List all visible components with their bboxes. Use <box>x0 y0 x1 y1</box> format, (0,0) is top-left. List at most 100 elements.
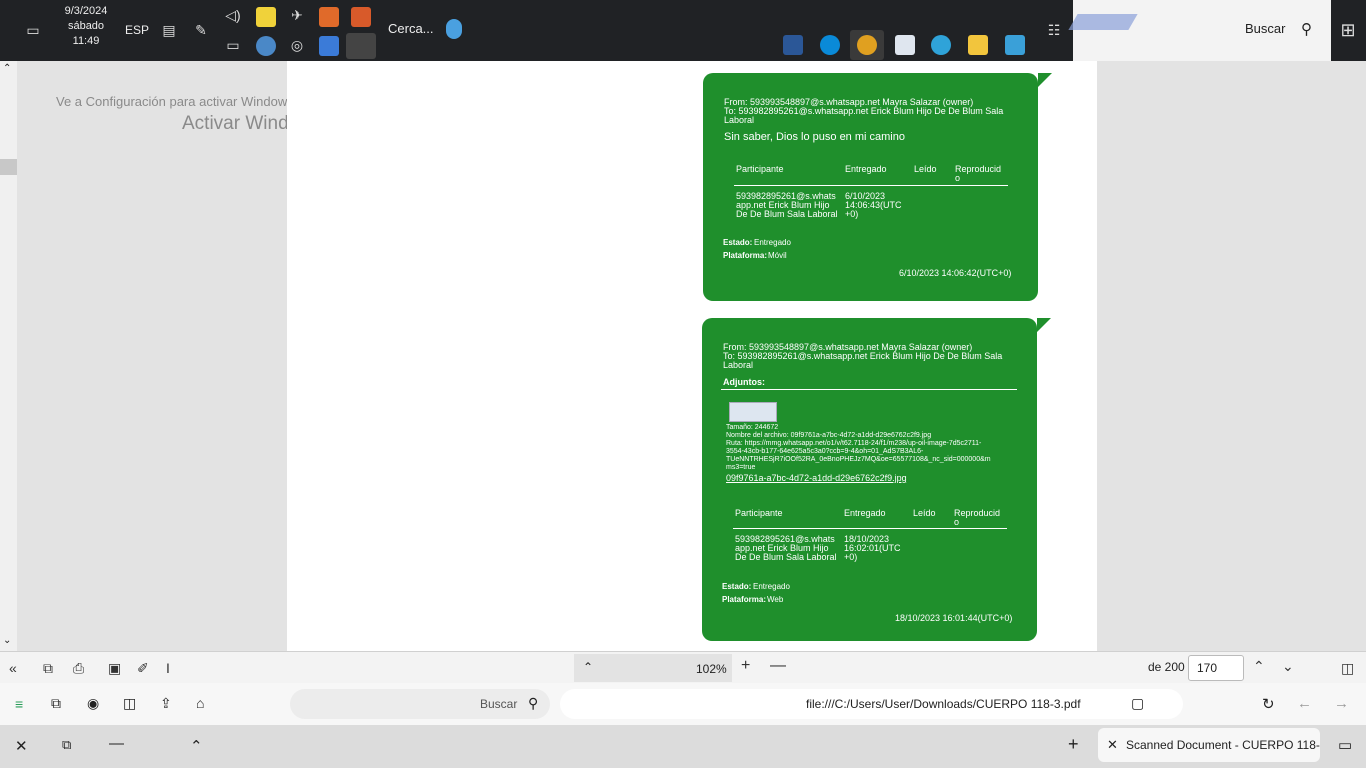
explorer-app-icon[interactable] <box>968 35 988 55</box>
tab-close-icon[interactable]: ✕ <box>1107 737 1118 753</box>
tab-actions-icon[interactable]: ▭ <box>1338 736 1352 754</box>
edge-app-icon[interactable] <box>931 35 951 55</box>
message-to-cont: Laboral <box>724 115 755 125</box>
window-close-icon[interactable]: ✕ <box>15 737 28 755</box>
participant-line: De De Blum Sala Laboral <box>736 209 838 219</box>
zoom-field[interactable]: ⌃ 102% <box>574 654 732 682</box>
message-to-cont: Laboral <box>723 360 754 370</box>
attachment-link[interactable]: 09f9761a-a7bc-4d72-a1dd-d29e6762c2f9.jpg <box>726 473 907 483</box>
tray-snip-icon[interactable] <box>351 7 371 27</box>
attachment-thumbnail[interactable] <box>729 402 777 422</box>
zoom-value: 102% <box>696 662 727 676</box>
col-participant: Participante <box>736 164 784 174</box>
language-indicator[interactable]: ESP <box>125 23 149 37</box>
notifications-icon[interactable]: ▭ <box>22 19 44 41</box>
tray-skype-icon[interactable] <box>346 33 376 59</box>
menu-icon[interactable]: ≡ <box>15 696 23 712</box>
text-select-icon[interactable]: I <box>166 660 170 676</box>
collapse-icon[interactable]: « <box>9 660 17 676</box>
estado-label: Estado: <box>723 238 753 247</box>
task-view-icon[interactable]: ☷ <box>1043 19 1065 41</box>
window-restore-icon[interactable]: ⧉ <box>62 737 71 753</box>
col-read: Leído <box>914 164 937 174</box>
table-divider <box>733 528 1007 529</box>
next-page-icon[interactable]: ⌄ <box>1282 658 1294 675</box>
zoom-out-icon[interactable]: — <box>770 657 786 675</box>
attachment-route: TUeNNTRHESjR7iOOf52RA_0eBnoPHEJz7MQ&oe=6… <box>726 456 991 463</box>
photos-app-icon[interactable] <box>1005 35 1025 55</box>
tray-office-icon[interactable] <box>319 7 339 27</box>
battery-icon[interactable]: ▭ <box>222 34 244 56</box>
forward-icon[interactable]: ← <box>1297 695 1312 712</box>
split-screen-icon[interactable]: ◫ <box>123 695 136 712</box>
refresh-icon[interactable]: ↻ <box>1262 695 1275 713</box>
volume-icon[interactable]: ◁) <box>222 4 244 26</box>
weather-label[interactable]: Cerca... <box>388 21 434 36</box>
attachments-label: Adjuntos: <box>723 377 765 387</box>
plataforma-label: Plataforma: <box>722 595 767 604</box>
message-body: Sin saber, Dios lo puso en mi camino <box>724 131 905 143</box>
new-tab-icon[interactable]: + <box>1068 734 1079 755</box>
tray-network-icon[interactable] <box>256 36 276 56</box>
skype-app-icon[interactable] <box>820 35 840 55</box>
pen-icon[interactable]: ✎ <box>190 19 212 41</box>
vertical-scrollbar[interactable]: ⌃ ⌄ <box>0 61 17 651</box>
back-icon[interactable]: → <box>1334 695 1349 712</box>
taskbar-search[interactable]: Buscar ⚲ <box>1068 0 1331 61</box>
message-timestamp: 18/10/2023 16:01:44(UTC+0) <box>895 613 1013 623</box>
tray-plane-icon[interactable]: ✈ <box>286 4 308 26</box>
page-search-placeholder: Buscar <box>480 697 518 711</box>
col-played-cont: o <box>955 173 961 183</box>
collections-icon[interactable]: ⌂ <box>196 695 204 711</box>
print-icon[interactable]: ⎙ <box>73 660 84 677</box>
zoom-in-icon[interactable]: + <box>741 657 750 675</box>
tray-edge-icon[interactable] <box>319 36 339 56</box>
keyboard-icon[interactable]: ▤ <box>158 19 180 41</box>
tab-title: Scanned Document - CUERPO 118- <box>1126 738 1320 752</box>
word-app-icon[interactable] <box>783 35 803 55</box>
estado-value: Entregado <box>754 238 791 247</box>
col-played-cont: o <box>954 517 960 527</box>
tray-app-icon[interactable] <box>256 7 276 27</box>
weather-icon[interactable] <box>446 19 462 39</box>
plataforma-value: Móvil <box>768 251 787 260</box>
share-icon[interactable]: ⇪ <box>160 695 172 712</box>
url-field[interactable]: file:///C:/Users/User/Downloads/CUERPO 1… <box>560 689 1183 719</box>
file-icon: ▢ <box>1131 695 1145 711</box>
window-minimize-icon[interactable]: — <box>109 735 124 752</box>
delivered-line: +0) <box>844 552 858 562</box>
attachment-route: Ruta: https://mmg.whatsapp.net/o1/v/t62.… <box>726 440 982 447</box>
clock-time: 11:49 <box>72 35 100 47</box>
message-to: To: 593982895261@s.whatsapp.net Erick Bl… <box>723 351 1003 361</box>
zoom-dropdown-icon[interactable]: ⌃ <box>583 660 593 674</box>
plataforma-value: Web <box>767 595 784 604</box>
col-played: Reproducid <box>955 164 1002 174</box>
page-view-icon[interactable]: ◫ <box>1341 660 1354 677</box>
message-tail <box>1038 73 1052 87</box>
col-played: Reproducid <box>954 508 1001 518</box>
estado-value: Entregado <box>753 582 790 591</box>
attachment-filename: Nombre del archivo: 09f9761a-a7bc-4d72-a… <box>726 432 932 439</box>
prev-page-icon[interactable]: ⌃ <box>1253 658 1265 675</box>
search-icon: ⚲ <box>1301 21 1312 38</box>
page-input[interactable]: 170 <box>1188 655 1244 681</box>
url-text: file:///C:/Users/User/Downloads/CUERPO 1… <box>806 697 1081 711</box>
scroll-thumb[interactable] <box>0 159 17 175</box>
message-tail <box>1037 318 1051 332</box>
tab-active[interactable]: ✕ Scanned Document - CUERPO 118- <box>1098 728 1320 762</box>
message-timestamp: 6/10/2023 14:06:42(UTC+0) <box>899 268 1012 278</box>
annotate-icon[interactable]: ▣ <box>108 660 121 677</box>
tray-device-icon[interactable]: ◎ <box>286 34 308 56</box>
clock[interactable]: 9/3/2024 sábado 11:49 <box>58 4 114 49</box>
scroll-up-icon[interactable]: ⌃ <box>3 63 11 74</box>
extensions-icon[interactable]: ⧉ <box>51 695 61 712</box>
windows-start-icon[interactable]: ⊞ <box>1337 19 1359 41</box>
scroll-down-icon[interactable]: ⌄ <box>3 635 11 646</box>
tab-search-icon[interactable]: ⌃ <box>190 737 203 755</box>
chrome-app-icon[interactable] <box>857 35 877 55</box>
save-icon[interactable]: ⧉ <box>43 660 53 677</box>
copilot-icon[interactable]: ◉ <box>87 695 99 712</box>
page-search-input[interactable]: Buscar ⚲ <box>290 689 550 719</box>
store-app-icon[interactable] <box>895 35 915 55</box>
draw-icon[interactable]: ✐ <box>137 660 149 677</box>
